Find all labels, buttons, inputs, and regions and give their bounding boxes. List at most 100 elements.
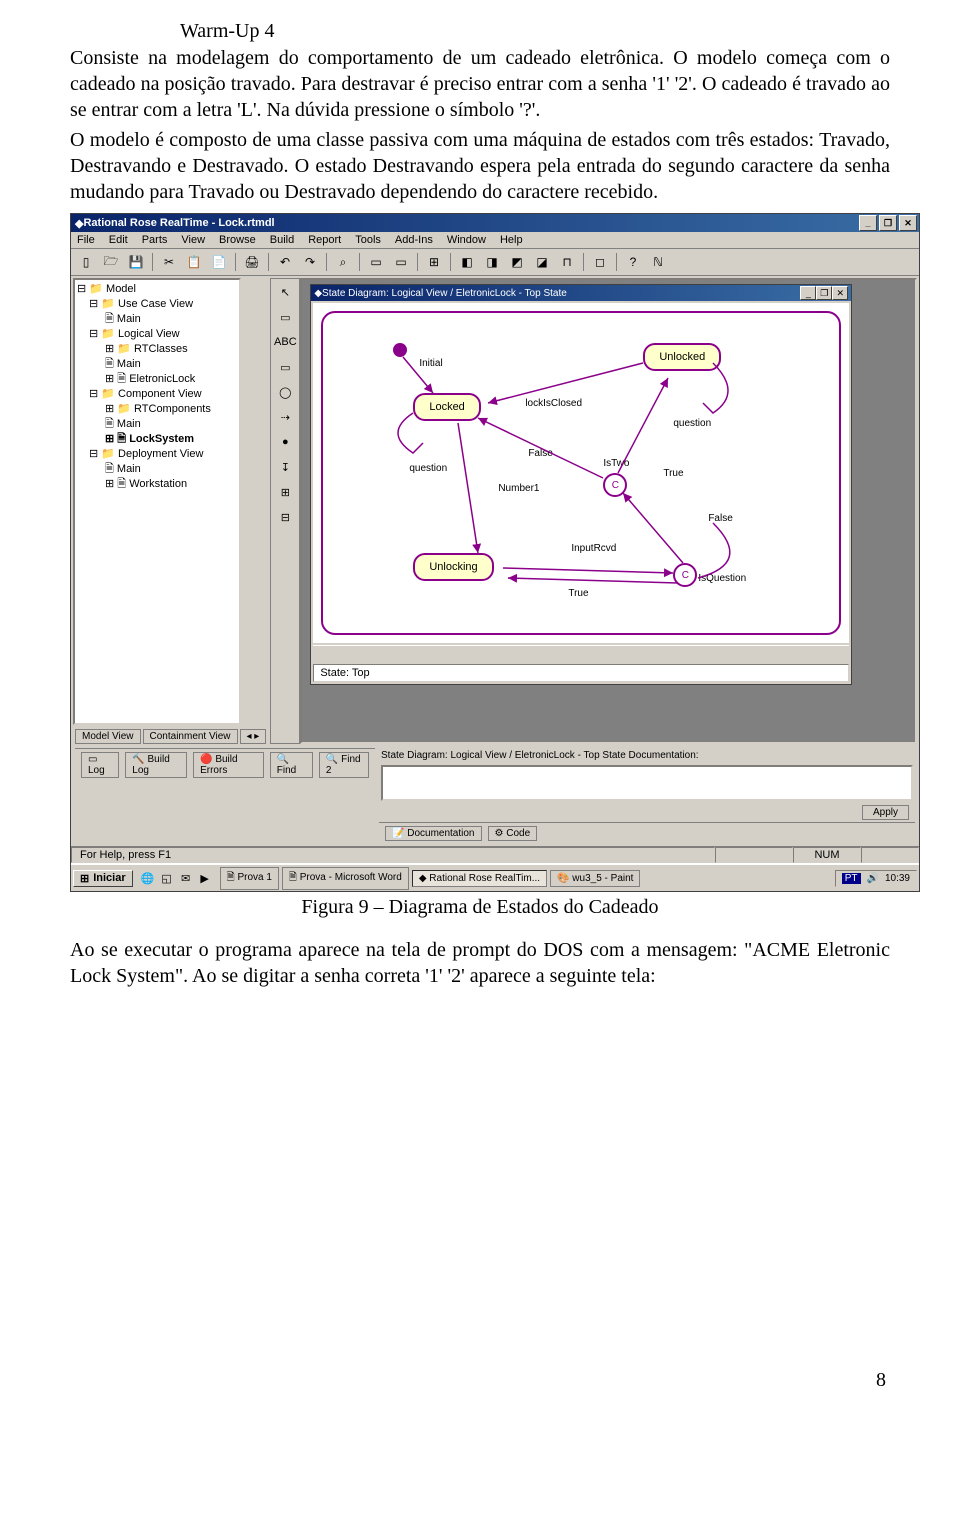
mdi-area: ◆ State Diagram: Logical View / Eletroni…	[300, 278, 917, 744]
tb-copy[interactable]: 📋	[183, 251, 205, 273]
state-unlocking[interactable]: Unlocking	[413, 553, 493, 581]
minimize-button[interactable]: _	[859, 215, 877, 231]
task-rose[interactable]: ◆ Rational Rose RealTim...	[412, 870, 547, 887]
ql-outlook[interactable]: ✉	[178, 870, 194, 886]
menu-file[interactable]: File	[77, 234, 95, 246]
documentation-textarea[interactable]	[381, 765, 913, 801]
tp-junction[interactable]: ⊟	[273, 506, 297, 528]
paragraph-2: O modelo é composto de uma classe passiv…	[70, 127, 890, 205]
tb-whats[interactable]: ℕ	[647, 251, 669, 273]
state-locked[interactable]: Locked	[413, 393, 480, 421]
tp-choice[interactable]: ⊞	[273, 481, 297, 503]
menu-build[interactable]: Build	[270, 234, 294, 246]
tp-initial[interactable]: ●	[273, 431, 297, 453]
tab-scroll[interactable]: ◂ ▸	[240, 729, 267, 744]
tree-model[interactable]: ⊟ 📁 Model	[77, 282, 237, 297]
tb-new[interactable]: ▯	[75, 251, 97, 273]
menu-edit[interactable]: Edit	[109, 234, 128, 246]
task-prova1[interactable]: 🗎 Prova 1	[220, 867, 279, 890]
child-max[interactable]: ❐	[816, 286, 832, 300]
menu-view[interactable]: View	[181, 234, 205, 246]
menu-tools[interactable]: Tools	[355, 234, 381, 246]
label-initial: Initial	[419, 358, 442, 369]
tp-text[interactable]: ABC	[273, 331, 297, 353]
child-min[interactable]: _	[800, 286, 816, 300]
menu-addins[interactable]: Add-Ins	[395, 234, 433, 246]
tree-locksystem[interactable]: ⊞ 🗎 LockSystem	[77, 432, 237, 447]
tree-dv-main[interactable]: 🗎 Main	[77, 462, 237, 477]
menu-parts[interactable]: Parts	[142, 234, 168, 246]
tb-undo[interactable]: ↶	[274, 251, 296, 273]
tree-rtclasses[interactable]: ⊞ 📁 RTClasses	[77, 342, 237, 357]
tree-lv-main[interactable]: 🗎 Main	[77, 357, 237, 372]
tray-vol-icon[interactable]: 🔊	[867, 873, 879, 884]
tab-builderrors[interactable]: 🔴 Build Errors	[193, 752, 264, 778]
state-unlocked[interactable]: Unlocked	[643, 343, 721, 371]
apply-button[interactable]: Apply	[862, 805, 909, 820]
tree-rtcomponents[interactable]: ⊞ 📁 RTComponents	[77, 402, 237, 417]
ql-player[interactable]: ▶	[197, 870, 213, 886]
tb-save[interactable]: 💾	[125, 251, 147, 273]
tb-zoom[interactable]: ⊞	[423, 251, 445, 273]
tree-uc-main[interactable]: 🗎 Main	[77, 312, 237, 327]
tb-align5[interactable]: ⊓	[556, 251, 578, 273]
ql-desktop[interactable]: ◱	[159, 870, 175, 886]
label-false2: False	[708, 513, 732, 524]
menu-help[interactable]: Help	[500, 234, 523, 246]
tree-eletroniclock[interactable]: ⊞ 🗎 EletronicLock	[77, 372, 237, 387]
tp-rect[interactable]: ▭	[273, 306, 297, 328]
ql-ie[interactable]: 🌐	[140, 870, 156, 886]
task-paint[interactable]: 🎨 wu3_5 - Paint	[550, 870, 640, 887]
tb-browse1[interactable]: ▭	[365, 251, 387, 273]
child-hscroll[interactable]	[313, 645, 849, 662]
tp-note[interactable]: ▭	[273, 356, 297, 378]
model-tree[interactable]: ⊟ 📁 Model ⊟ 📁 Use Case View 🗎 Main ⊟ 📁 L…	[73, 278, 241, 725]
tree-cv-main[interactable]: 🗎 Main	[77, 417, 237, 432]
paragraph-1: Consiste na modelagem do comportamento d…	[70, 45, 890, 123]
tb-find[interactable]: ⌕	[332, 251, 354, 273]
tab-log[interactable]: ▭ Log	[81, 752, 119, 778]
tab-buildlog[interactable]: 🔨 Build Log	[125, 752, 187, 778]
tab-containment-view[interactable]: Containment View	[143, 729, 238, 744]
tb-redo[interactable]: ↷	[299, 251, 321, 273]
menu-browse[interactable]: Browse	[219, 234, 256, 246]
tab-code[interactable]: ⚙ Code	[488, 826, 538, 841]
tp-pointer[interactable]: ↖	[273, 281, 297, 303]
tp-trans2[interactable]: ↧	[273, 456, 297, 478]
tab-find[interactable]: 🔍 Find	[270, 752, 313, 778]
tree-component[interactable]: ⊟ 📁 Component View	[77, 387, 237, 402]
menu-report[interactable]: Report	[308, 234, 341, 246]
tb-print[interactable]: 🖨	[241, 251, 263, 273]
tree-logical[interactable]: ⊟ 📁 Logical View	[77, 327, 237, 342]
task-word[interactable]: 🗎 Prova - Microsoft Word	[282, 867, 409, 890]
tb-paste[interactable]: 📄	[208, 251, 230, 273]
tab-documentation[interactable]: 📝 Documentation	[385, 826, 482, 841]
tp-state[interactable]: ◯	[273, 381, 297, 403]
menu-window[interactable]: Window	[447, 234, 486, 246]
tb-run[interactable]: ◻	[589, 251, 611, 273]
diagram-canvas[interactable]: Initial Locked Unlocked Unlocking C C lo…	[313, 303, 849, 643]
maximize-button[interactable]: ❐	[879, 215, 897, 231]
tb-cut[interactable]: ✂	[158, 251, 180, 273]
tb-help[interactable]: ?	[622, 251, 644, 273]
close-button[interactable]: ✕	[899, 215, 917, 231]
tp-trans[interactable]: ⇢	[273, 406, 297, 428]
tree-usecase[interactable]: ⊟ 📁 Use Case View	[77, 297, 237, 312]
tree-deployment[interactable]: ⊟ 📁 Deployment View	[77, 447, 237, 462]
child-close[interactable]: ✕	[832, 286, 848, 300]
tb-browse2[interactable]: ▭	[390, 251, 412, 273]
documentation-label: State Diagram: Logical View / EletronicL…	[379, 748, 915, 763]
tree-workstation[interactable]: ⊞ 🗎 Workstation	[77, 477, 237, 492]
tab-model-view[interactable]: Model View	[75, 729, 141, 744]
tb-align2[interactable]: ◨	[481, 251, 503, 273]
tb-align3[interactable]: ◩	[506, 251, 528, 273]
tray-lang[interactable]: PT	[842, 873, 861, 884]
tab-find2[interactable]: 🔍 Find 2	[319, 752, 369, 778]
system-tray[interactable]: PT 🔊 10:39	[835, 870, 917, 887]
tb-open[interactable]: 🗁	[100, 251, 122, 273]
diagram-state-status: State: Top	[313, 664, 849, 682]
tb-align4[interactable]: ◪	[531, 251, 553, 273]
start-button[interactable]: ⊞ Iniciar	[73, 870, 133, 887]
tb-align1[interactable]: ◧	[456, 251, 478, 273]
label-isquestion: IsQuestion	[698, 573, 746, 584]
